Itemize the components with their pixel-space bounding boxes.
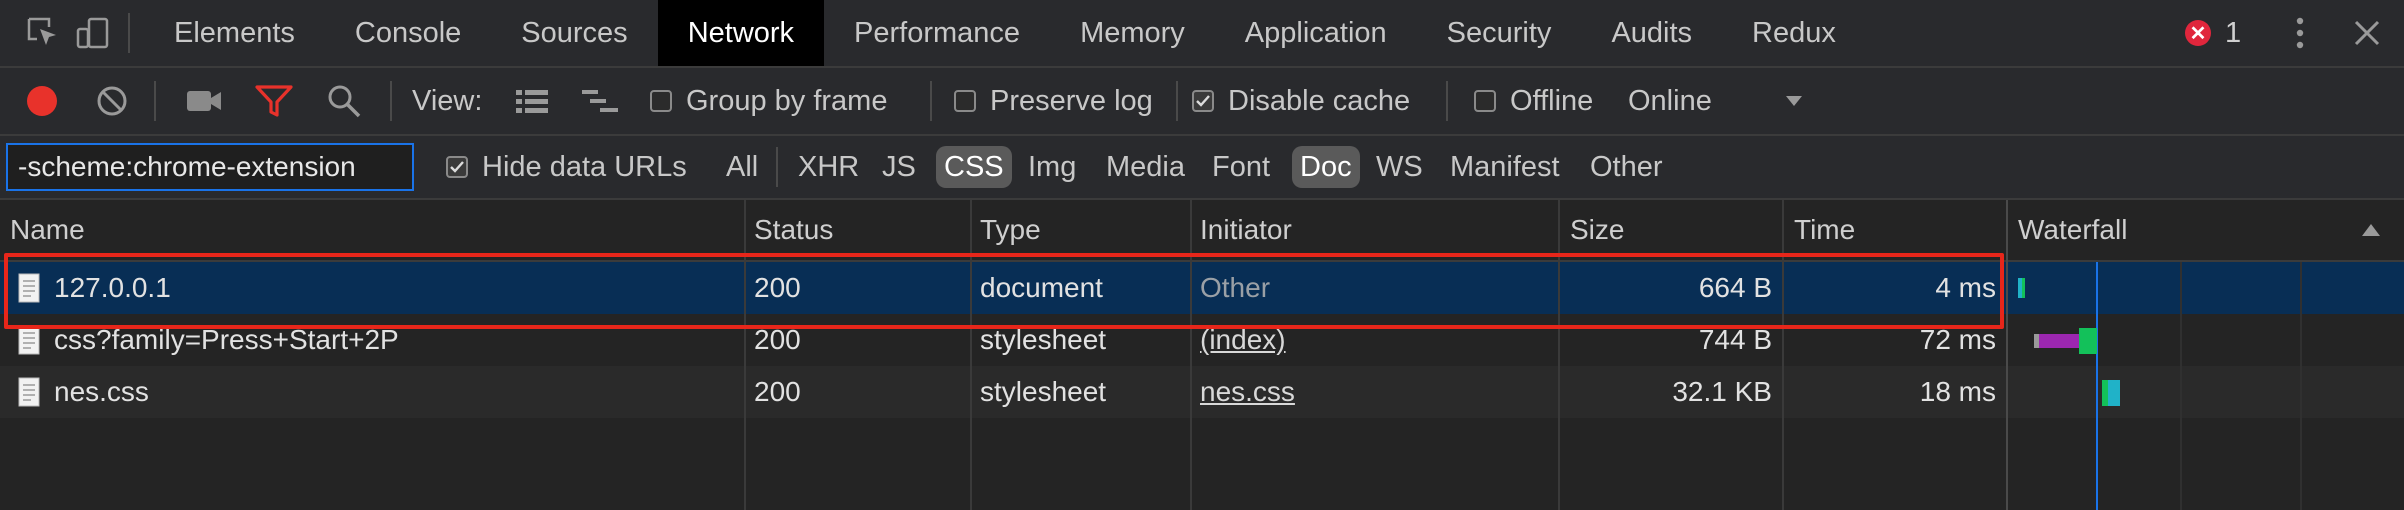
column-divider[interactable] xyxy=(1782,200,1784,510)
toolbar-divider xyxy=(1446,81,1448,121)
filter-type-img[interactable]: Img xyxy=(1020,146,1084,188)
network-toolbar: View: Group by frame Preserve log Disabl… xyxy=(0,68,2404,136)
column-divider[interactable] xyxy=(970,200,972,510)
offline-checkbox[interactable]: Offline xyxy=(1474,68,1593,134)
filter-type-ws[interactable]: WS xyxy=(1368,146,1431,188)
document-icon xyxy=(18,325,40,355)
more-options-icon[interactable] xyxy=(2285,0,2315,66)
filter-divider xyxy=(776,147,778,187)
waterfall-gridline xyxy=(2300,262,2302,510)
filter-input[interactable] xyxy=(6,143,414,191)
column-divider[interactable] xyxy=(1190,200,1192,510)
waterfall-bar xyxy=(2022,278,2025,298)
group-by-frame-label: Group by frame xyxy=(686,84,888,117)
table-row[interactable]: nes.css 200 stylesheet nes.css 32.1 KB 1… xyxy=(0,366,2010,418)
waterfall-dom-loaded-line xyxy=(2096,262,2098,510)
filter-type-manifest[interactable]: Manifest xyxy=(1442,146,1568,188)
tab-console[interactable]: Console xyxy=(325,0,491,66)
throttling-select[interactable]: Online xyxy=(1628,68,1804,134)
checkbox-icon[interactable] xyxy=(650,90,672,112)
toolbar-divider xyxy=(930,81,932,121)
preserve-log-label: Preserve log xyxy=(990,84,1153,117)
waterfall-bar xyxy=(2039,334,2079,348)
toolbar-divider xyxy=(390,81,392,121)
tab-redux[interactable]: Redux xyxy=(1722,0,1866,66)
checkbox-icon[interactable] xyxy=(954,90,976,112)
record-button[interactable] xyxy=(22,68,62,134)
column-divider[interactable] xyxy=(1558,200,1560,510)
close-devtools-icon[interactable] xyxy=(2345,0,2389,66)
column-header-size[interactable]: Size xyxy=(1570,200,1624,260)
offline-label: Offline xyxy=(1510,84,1594,117)
filter-type-media[interactable]: Media xyxy=(1098,146,1193,188)
filter-type-xhr[interactable]: XHR xyxy=(790,146,867,188)
time-cell: 18 ms xyxy=(1919,376,1996,407)
column-header-time[interactable]: Time xyxy=(1794,200,1855,260)
device-toolbar-icon[interactable] xyxy=(68,0,118,66)
checkmark-icon[interactable] xyxy=(1192,90,1214,112)
dropdown-arrow-icon[interactable] xyxy=(1782,68,1806,134)
throttling-value: Online xyxy=(1628,84,1712,117)
initiator-link[interactable]: nes.css xyxy=(1200,366,1295,418)
status-cell: 200 xyxy=(754,376,801,407)
document-icon xyxy=(18,377,40,407)
waterfall-bar xyxy=(2108,380,2120,406)
capture-screenshots-icon[interactable] xyxy=(182,68,226,134)
column-header-name[interactable]: Name xyxy=(10,200,85,260)
filter-type-all[interactable]: All xyxy=(718,146,766,188)
hide-data-urls-checkbox[interactable]: Hide data URLs xyxy=(446,146,687,188)
size-cell: 32.1 KB xyxy=(1672,376,1772,407)
clear-icon[interactable] xyxy=(92,68,132,134)
waterfall-gridline xyxy=(2180,262,2182,510)
checkbox-icon[interactable] xyxy=(1474,90,1496,112)
disable-cache-checkbox[interactable]: Disable cache xyxy=(1192,68,1410,134)
tab-security[interactable]: Security xyxy=(1417,0,1582,66)
waterfall-bar xyxy=(2079,328,2097,354)
tab-performance[interactable]: Performance xyxy=(824,0,1050,66)
filter-type-other[interactable]: Other xyxy=(1582,146,1671,188)
filter-type-doc[interactable]: Doc xyxy=(1292,146,1360,188)
column-divider[interactable] xyxy=(744,200,746,510)
waterfall-row-band xyxy=(2010,262,2404,314)
error-counter[interactable]: ✕ 1 xyxy=(2185,0,2241,66)
overview-waterfall-icon[interactable] xyxy=(578,68,622,134)
checkmark-icon[interactable] xyxy=(446,156,468,178)
preserve-log-checkbox[interactable]: Preserve log xyxy=(954,68,1153,134)
inspect-element-icon[interactable] xyxy=(18,0,68,66)
toolbar-divider xyxy=(154,81,156,121)
request-name-cell: nes.css xyxy=(18,366,149,418)
devtools-tab-bar: Elements Console Sources Network Perform… xyxy=(0,0,2404,68)
filter-type-js[interactable]: JS xyxy=(874,146,924,188)
sort-ascending-icon[interactable] xyxy=(2356,200,2386,260)
tab-network[interactable]: Network xyxy=(657,0,825,66)
column-header-waterfall[interactable]: Waterfall xyxy=(2018,200,2127,260)
disable-cache-label: Disable cache xyxy=(1228,84,1411,117)
large-request-rows-icon[interactable] xyxy=(510,68,554,134)
error-count: 1 xyxy=(2225,16,2242,49)
column-header-initiator[interactable]: Initiator xyxy=(1200,200,1292,260)
column-divider[interactable] xyxy=(2006,200,2008,510)
type-cell: stylesheet xyxy=(980,376,1107,407)
hide-data-urls-label: Hide data URLs xyxy=(482,150,687,183)
filter-bar: Hide data URLs All XHR JS CSS Img Media … xyxy=(0,136,2404,200)
tab-elements[interactable]: Elements xyxy=(144,0,325,66)
filter-type-css[interactable]: CSS xyxy=(936,146,1012,188)
filter-type-font[interactable]: Font xyxy=(1204,146,1278,188)
highlight-box xyxy=(4,253,2004,329)
filter-icon[interactable] xyxy=(252,68,296,134)
group-by-frame-checkbox[interactable]: Group by frame xyxy=(650,68,887,134)
request-name: nes.css xyxy=(54,376,149,407)
error-icon: ✕ xyxy=(2185,20,2211,46)
column-header-type[interactable]: Type xyxy=(980,200,1041,260)
column-header-status[interactable]: Status xyxy=(754,200,833,260)
tab-audits[interactable]: Audits xyxy=(1581,0,1722,66)
toolbar-divider xyxy=(1176,81,1178,121)
waterfall-row-band xyxy=(2010,366,2404,418)
search-icon[interactable] xyxy=(322,68,366,134)
tab-bar-divider xyxy=(128,13,130,53)
view-label: View: xyxy=(412,84,483,117)
tab-sources[interactable]: Sources xyxy=(491,0,657,66)
tab-memory[interactable]: Memory xyxy=(1050,0,1215,66)
tab-application[interactable]: Application xyxy=(1215,0,1417,66)
